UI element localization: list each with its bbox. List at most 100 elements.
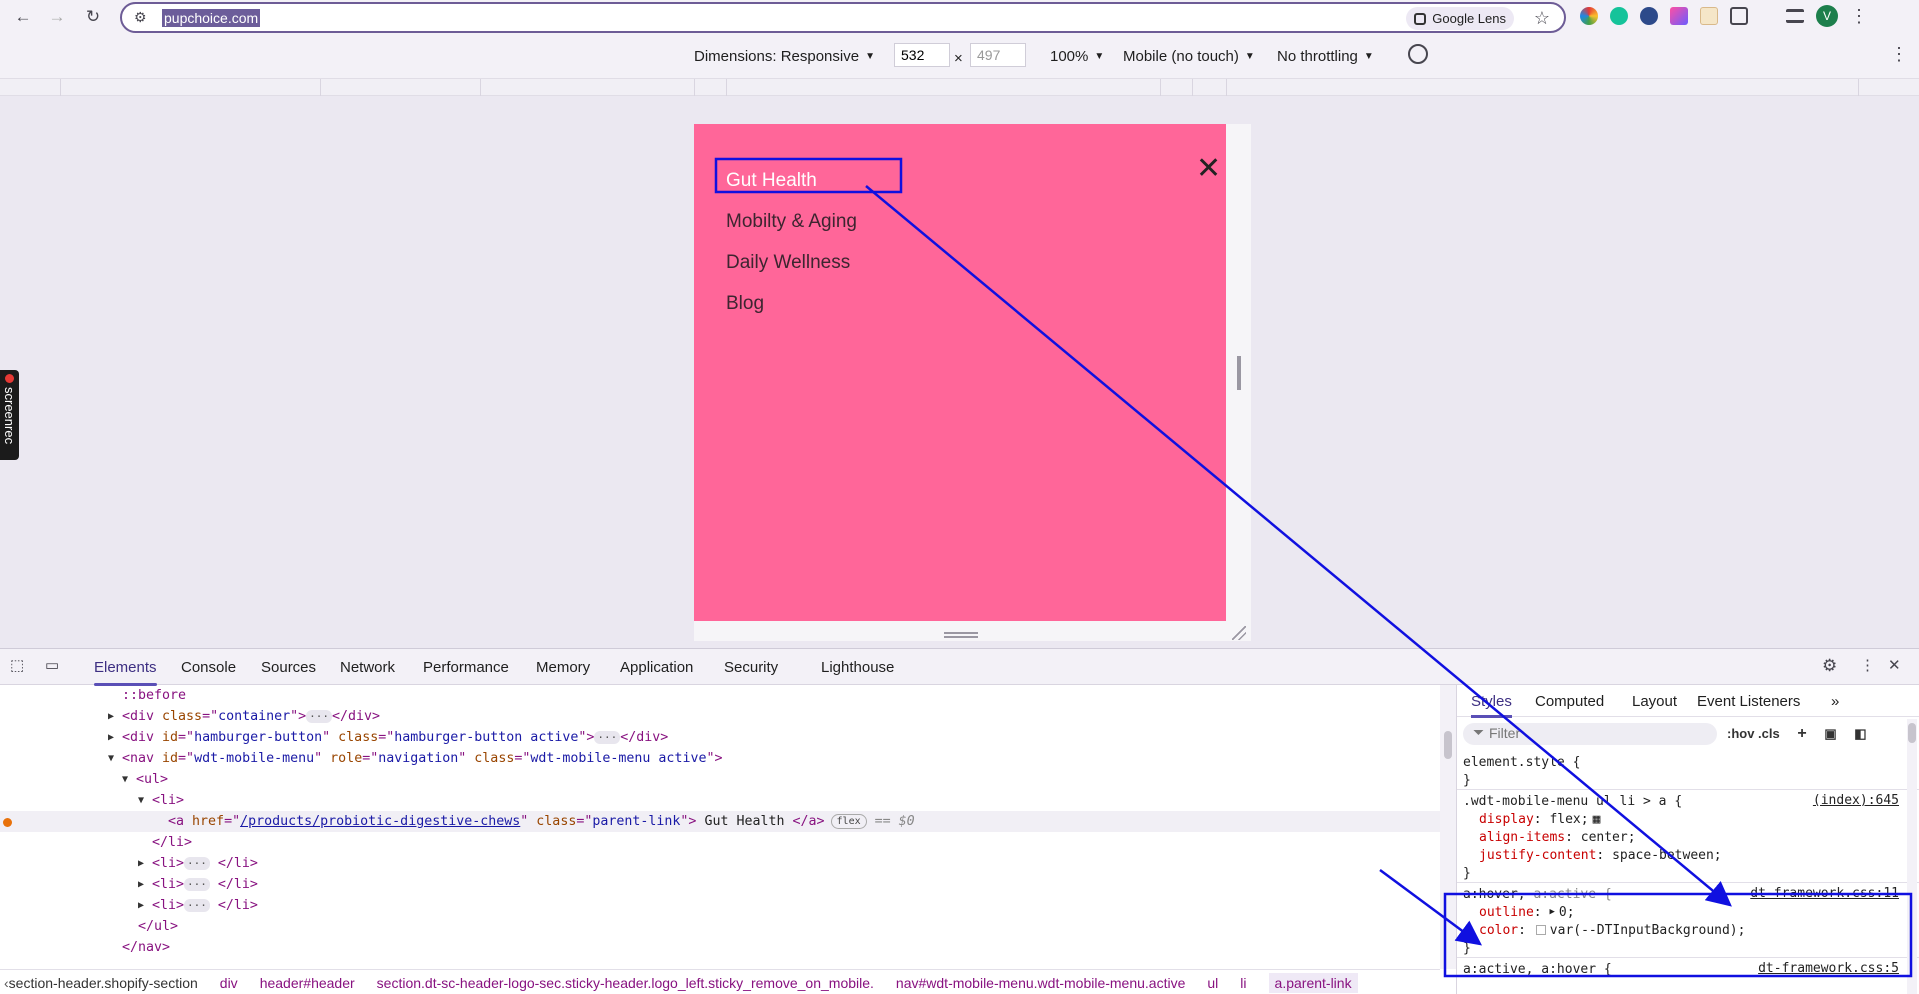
- tab-console[interactable]: Console: [181, 659, 236, 676]
- dom-node-hamburger[interactable]: ▶ <div id =" hamburger-button " class =" hambu…: [0, 727, 1440, 748]
- rule2-source-link[interactable]: dt-framework.css:11: [1750, 886, 1899, 901]
- close-icon[interactable]: ✕: [1196, 154, 1221, 184]
- css-property[interactable]: display: flex; ▦: [1463, 810, 1600, 828]
- width-input[interactable]: [894, 43, 950, 67]
- profile-avatar[interactable]: V: [1816, 5, 1838, 27]
- extension-bolt-icon[interactable]: [1640, 7, 1658, 25]
- dom-tree: ::before ▶ <div class =" container "> ··· </di…: [0, 685, 1440, 969]
- height-resize-handle[interactable]: [944, 632, 978, 638]
- throttling-dropdown[interactable]: No throttling ▼: [1277, 48, 1374, 65]
- reading-list-icon[interactable]: [1786, 9, 1804, 23]
- dom-node-li-collapsed[interactable]: ▶ <li> ··· </li>: [0, 895, 1440, 916]
- devtools-close-icon[interactable]: ✕: [1888, 656, 1908, 674]
- css-property[interactable]: color: var(--DTInputBackground);: [1463, 921, 1745, 939]
- extensions-puzzle-icon[interactable]: [1730, 7, 1748, 25]
- url-text[interactable]: pupchoice.com: [162, 8, 261, 27]
- tab-network[interactable]: Network: [340, 659, 395, 676]
- reload-icon[interactable]: ↻: [78, 2, 108, 32]
- expand-triangle-icon[interactable]: ▶: [1549, 907, 1554, 917]
- tab-security[interactable]: Security: [724, 659, 778, 676]
- dimensions-dropdown[interactable]: Dimensions: Responsive ▼: [694, 48, 875, 65]
- breadcrumb-item[interactable]: section.dt-sc-header-logo-sec.sticky-hea…: [377, 975, 874, 991]
- dom-scrollbar-thumb[interactable]: [1444, 731, 1452, 759]
- corner-resize-handle[interactable]: [1232, 626, 1246, 640]
- browser-menu-icon[interactable]: ⋮: [1850, 6, 1868, 27]
- tab-styles[interactable]: Styles: [1471, 693, 1512, 718]
- extension-color-icon[interactable]: [1580, 7, 1598, 25]
- dom-node-container[interactable]: ▶ <div class =" container "> ··· </div>: [0, 706, 1440, 727]
- flex-editor-icon[interactable]: ▦: [1593, 812, 1601, 827]
- dom-node-li-collapsed[interactable]: ▶ <li> ··· </li>: [0, 874, 1440, 895]
- extension-window-icon[interactable]: [1700, 7, 1718, 25]
- new-rule-icon[interactable]: +: [1797, 725, 1806, 742]
- tab-lighthouse[interactable]: Lighthouse: [821, 659, 894, 676]
- zoom-dropdown[interactable]: 100% ▼: [1050, 48, 1104, 65]
- element-style-rule[interactable]: element.style {: [1463, 753, 1580, 771]
- grammarly-icon[interactable]: [1610, 7, 1628, 25]
- tab-application[interactable]: Application: [620, 659, 693, 676]
- dom-node-li-collapsed[interactable]: ▶ <li> ··· </li>: [0, 853, 1440, 874]
- rule1-source-link[interactable]: (index):645: [1813, 793, 1899, 808]
- css-property[interactable]: justify-content: space-between;: [1463, 846, 1722, 864]
- devtools-panel: ⬚ ▭ Elements Console Sources Network Per…: [0, 648, 1919, 994]
- menu-item-daily-wellness[interactable]: Daily Wellness: [726, 242, 857, 283]
- rotate-icon[interactable]: [1408, 44, 1428, 64]
- breadcrumb-item[interactable]: ul: [1207, 975, 1218, 991]
- tab-layout[interactable]: Layout: [1632, 693, 1677, 710]
- rule2-selector[interactable]: a:hover, a:active {: [1463, 885, 1612, 903]
- dom-node-before[interactable]: ::before: [0, 685, 1440, 706]
- dom-node-ul-close[interactable]: </ul>: [0, 916, 1440, 937]
- device-toolbar-menu-icon[interactable]: ⋮: [1890, 44, 1908, 65]
- dom-node-nav-close[interactable]: </nav>: [0, 937, 1440, 958]
- rule3-selector[interactable]: a:active, a:hover {: [1463, 960, 1612, 978]
- dom-node-li[interactable]: ▼ <li>: [0, 790, 1440, 811]
- google-lens-button[interactable]: Google Lens: [1406, 7, 1514, 30]
- breadcrumb-item[interactable]: nav#wdt-mobile-menu.wdt-mobile-menu.acti…: [896, 975, 1185, 991]
- tab-event-listeners[interactable]: Event Listeners: [1697, 693, 1800, 710]
- tab-memory[interactable]: Memory: [536, 659, 590, 676]
- address-bar[interactable]: ⚙ pupchoice.com Google Lens ☆: [120, 2, 1566, 33]
- breadcrumb-item[interactable]: li: [1240, 975, 1246, 991]
- media-query-ruler[interactable]: [0, 78, 1919, 97]
- breadcrumb-item[interactable]: header#header: [260, 975, 355, 991]
- back-icon[interactable]: ←: [8, 2, 38, 32]
- css-property[interactable]: align-items: center;: [1463, 828, 1636, 846]
- inspect-element-icon[interactable]: ⬚: [10, 656, 30, 674]
- rule1-selector[interactable]: .wdt-mobile-menu ul li > a {: [1463, 792, 1682, 810]
- height-input[interactable]: [970, 43, 1026, 67]
- device-toggle-icon[interactable]: ▭: [45, 656, 65, 674]
- toggle-sidebar-icon[interactable]: ◧: [1854, 726, 1866, 741]
- breadcrumb-item[interactable]: section-header.shopify-section: [9, 975, 198, 991]
- menu-item-gut-health[interactable]: Gut Health: [726, 160, 857, 201]
- more-tabs-icon[interactable]: »: [1831, 693, 1839, 710]
- styles-filter-input[interactable]: ⏷ Filter: [1463, 723, 1717, 745]
- screenrec-tab[interactable]: screenrec: [0, 370, 19, 460]
- width-resize-handle[interactable]: [1237, 356, 1241, 390]
- forward-icon[interactable]: →: [42, 2, 72, 32]
- devtools-menu-icon[interactable]: ⋮: [1860, 656, 1880, 674]
- hov-cls-toggle[interactable]: :hov .cls: [1727, 726, 1780, 741]
- devtools-settings-icon[interactable]: ⚙: [1822, 656, 1842, 675]
- site-settings-icon[interactable]: ⚙: [134, 9, 158, 26]
- bookmark-star-icon[interactable]: ☆: [1534, 8, 1550, 29]
- color-swatch-icon[interactable]: [1535, 925, 1546, 935]
- dom-node-nav[interactable]: ▼ <nav id =" wdt-mobile-menu " role =" navigat…: [0, 748, 1440, 769]
- styles-scrollbar[interactable]: [1907, 719, 1917, 994]
- rule3-source-link[interactable]: dt-framework.css:5: [1758, 961, 1899, 976]
- dom-node-selected-link[interactable]: <a href ="/products/probiotic-digestive-c…: [0, 811, 1440, 832]
- tab-computed[interactable]: Computed: [1535, 693, 1604, 710]
- tab-elements[interactable]: Elements: [94, 659, 157, 686]
- element-state-icon[interactable]: ▣: [1824, 726, 1836, 741]
- dom-node-li-close[interactable]: </li>: [0, 832, 1440, 853]
- tab-sources[interactable]: Sources: [261, 659, 316, 676]
- device-type-dropdown[interactable]: Mobile (no touch) ▼: [1123, 48, 1255, 65]
- css-property[interactable]: outline: ▶ 0;: [1463, 903, 1575, 921]
- tab-performance[interactable]: Performance: [423, 659, 509, 676]
- breadcrumb-item[interactable]: div: [220, 975, 238, 991]
- extension-gradient-icon[interactable]: [1670, 7, 1688, 25]
- menu-item-mobility-aging[interactable]: Mobilty & Aging: [726, 201, 857, 242]
- dom-scrollbar[interactable]: [1440, 685, 1456, 969]
- menu-item-blog[interactable]: Blog: [726, 283, 857, 324]
- breadcrumb-item-current[interactable]: a.parent-link: [1268, 972, 1358, 993]
- dom-node-ul[interactable]: ▼ <ul>: [0, 769, 1440, 790]
